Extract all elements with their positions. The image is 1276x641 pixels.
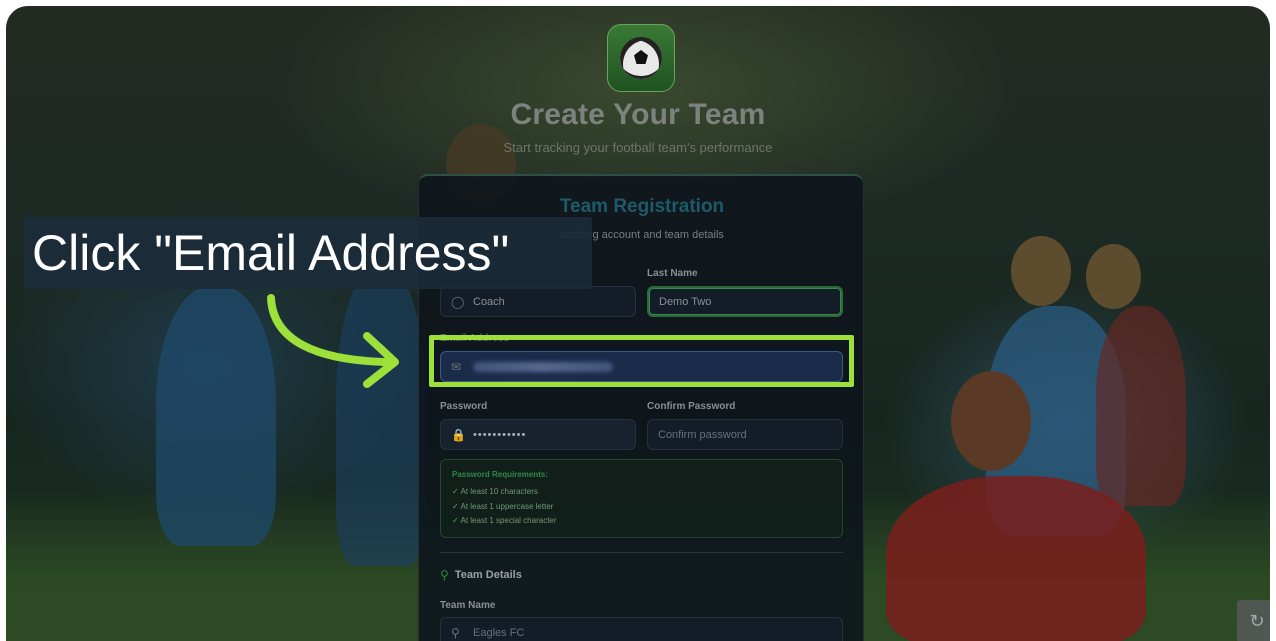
requirement-item: ✓ At least 1 special character [452,516,557,525]
password-requirements: Password Requirements: ✓ At least 10 cha… [440,459,843,538]
password-label: Password [440,401,488,412]
team-details-title: Team Details [454,569,522,581]
confirm-password-label: Confirm Password [647,401,736,412]
team-name-placeholder: Eagles FC [473,626,525,639]
background-player-head [951,371,1031,471]
team-details-heading: ⚲ Team Details [440,568,522,582]
first-name-field[interactable]: ◯ Coach [440,286,636,317]
app-frame: Create Your Team Start tracking your foo… [6,6,1270,641]
background-player-head [1086,244,1141,309]
background-player [886,476,1146,641]
trophy-icon: ⚲ [451,625,460,640]
team-name-field[interactable]: ⚲ Eagles FC [440,617,843,641]
lock-icon: 🔒 [451,427,466,442]
user-icon: ◯ [451,294,465,309]
first-name-value: Coach [473,295,505,308]
last-name-label: Last Name [647,268,698,279]
recaptcha-badge[interactable]: ↻ [1237,600,1270,641]
last-name-field[interactable]: Demo Two [647,286,843,317]
requirement-item: ✓ At least 10 characters [452,487,538,496]
section-divider [440,552,843,553]
pointer-arrow-icon [267,294,399,388]
confirm-password-placeholder: Confirm password [658,428,747,441]
background-player [1096,306,1186,506]
email-highlight-box [429,335,854,387]
background-player-head [1011,236,1071,306]
requirements-title: Password Requirements: [452,470,549,479]
soccer-ball-icon [607,24,675,92]
password-field[interactable]: 🔒 ••••••••••• [440,419,636,450]
team-name-label: Team Name [440,600,496,611]
page-subtitle: Start tracking your football team's perf… [503,140,773,155]
requirement-item: ✓ At least 1 uppercase letter [452,501,554,511]
last-name-value: Demo Two [659,295,712,308]
instruction-callout: Click "Email Address" [24,217,592,289]
confirm-password-field[interactable]: Confirm password [647,419,843,450]
trophy-icon: ⚲ [440,568,449,582]
card-title: Team Registration [559,196,725,217]
password-value: ••••••••••• [473,428,527,441]
page-title: Create Your Team [510,98,766,131]
